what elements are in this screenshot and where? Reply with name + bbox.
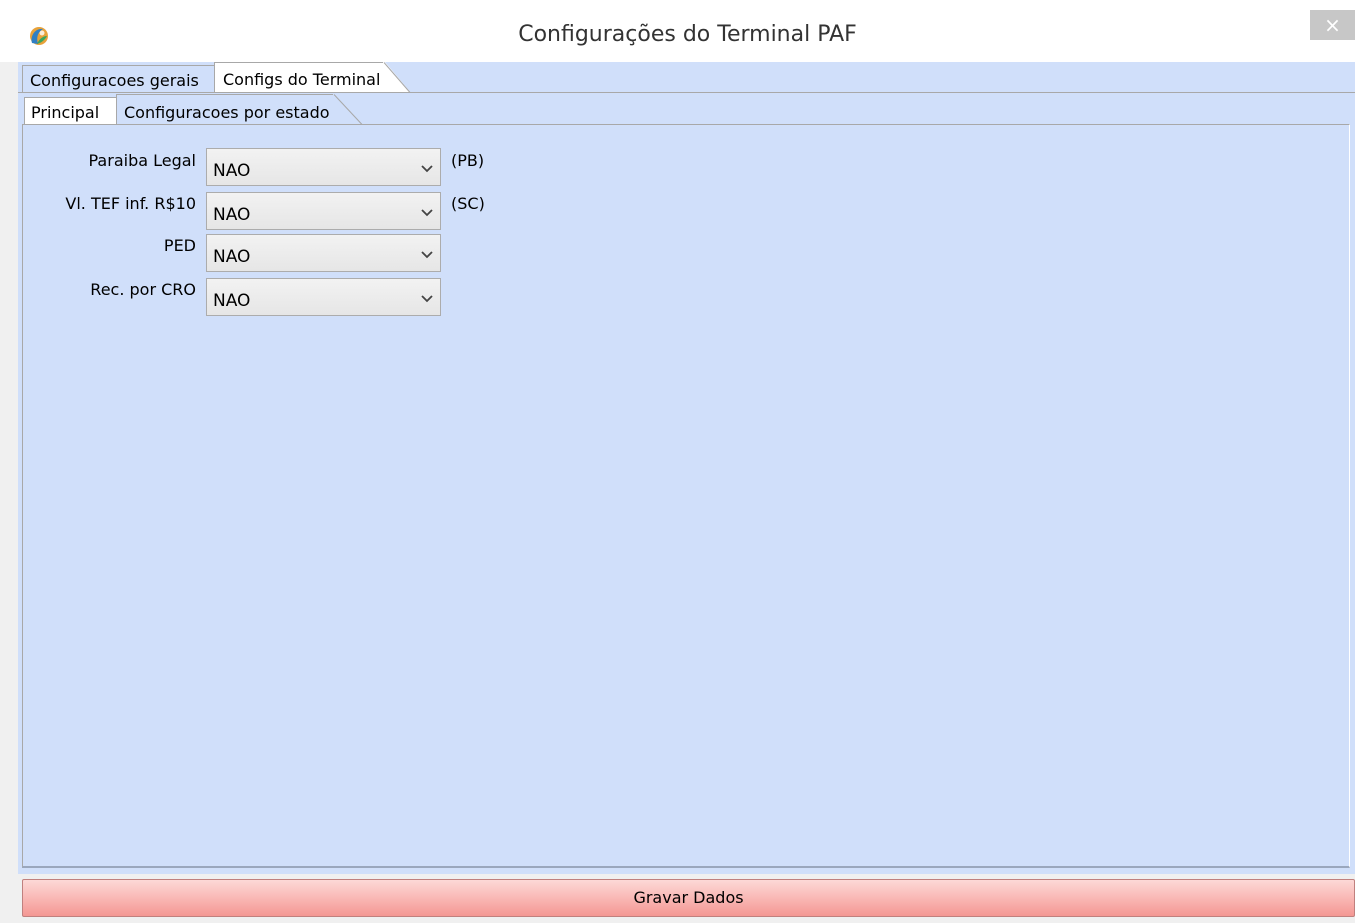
select-value: NAO	[213, 291, 251, 311]
paraiba-legal-label: Paraiba Legal	[88, 151, 197, 170]
chevron-down-icon	[421, 251, 433, 259]
window-title: Configurações do Terminal PAF	[518, 22, 857, 47]
paraiba-legal-select[interactable]: NAO	[206, 148, 441, 186]
chevron-down-icon	[421, 295, 433, 303]
tab-configs-do-terminal[interactable]: Configs do Terminal	[214, 62, 384, 93]
tab-label: Configuracoes gerais	[30, 71, 199, 90]
tab-edge	[333, 94, 363, 125]
tab-configuracoes-gerais[interactable]: Configuracoes gerais	[22, 65, 217, 93]
state-suffix-sc: (SC)	[451, 194, 485, 213]
close-icon: ×	[1324, 13, 1341, 37]
save-button[interactable]: Gravar Dados	[22, 879, 1355, 917]
rec-por-cro-select[interactable]: NAO	[206, 278, 441, 316]
chevron-down-icon	[421, 209, 433, 217]
tab-label: Principal	[31, 103, 100, 122]
tab-label: Configs do Terminal	[223, 70, 381, 89]
chevron-down-icon	[421, 165, 433, 173]
select-value: NAO	[213, 161, 251, 181]
title-bar: Configurações do Terminal PAF ×	[0, 0, 1355, 62]
select-value: NAO	[213, 205, 251, 225]
tab-edge	[383, 62, 411, 93]
select-value: NAO	[213, 247, 251, 267]
state-suffix-pb: (PB)	[451, 151, 485, 170]
rec-por-cro-label: Rec. por CRO	[90, 280, 196, 299]
vl-tef-label: Vl. TEF inf. R$10	[65, 194, 196, 213]
tab-principal[interactable]: Principal	[24, 97, 116, 125]
close-button[interactable]: ×	[1310, 10, 1355, 40]
ped-select[interactable]: NAO	[206, 234, 441, 272]
ped-label: PED	[163, 236, 196, 255]
vl-tef-select[interactable]: NAO	[206, 192, 441, 230]
configuration-window: Configurações do Terminal PAF × Configur…	[0, 0, 1355, 923]
tab-configuracoes-por-estado[interactable]: Configuracoes por estado	[116, 94, 334, 125]
tab-label: Configuracoes por estado	[124, 103, 330, 122]
tab-divider	[18, 92, 1355, 93]
